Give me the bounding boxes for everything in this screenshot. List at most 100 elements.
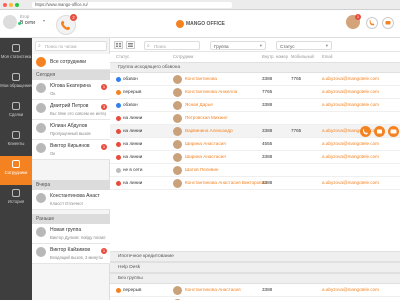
chat-item[interactable]: Виктор Кайзимов Входящий вызов, 3 минуты 1: [32, 244, 110, 264]
table-row[interactable]: на линии Варвинина Александр 3388 7765 a.aby…: [110, 125, 400, 138]
row-name[interactable]: Шатов Пелевин: [185, 167, 218, 172]
avatar: [36, 227, 46, 237]
row-email[interactable]: a.abyzova@mangotele.com: [322, 102, 379, 107]
row-email[interactable]: a.abyzova@mangotele.com: [322, 287, 379, 292]
col-employee[interactable]: Сотрудник: [173, 54, 193, 59]
user-status[interactable]: В сети: [20, 20, 35, 26]
table-row[interactable]: на линии Ширина Анастасия 4555 a.abyzova@ma…: [110, 138, 400, 151]
left-nav: Моя статистика Мои обращения Сделки Клиенты…: [0, 38, 32, 300]
chat-action-button[interactable]: [388, 126, 399, 137]
row-name[interactable]: Константинова Анастасия: [185, 287, 241, 292]
table-row[interactable]: обзвон Константинова 3388 7765 a.abyzova@man…: [110, 73, 400, 86]
col-status[interactable]: Статус: [116, 54, 129, 59]
chat-preview: Ок: [50, 151, 56, 156]
row-name[interactable]: Ясная Дарья: [185, 102, 213, 107]
nav-label: Сделки: [8, 112, 24, 117]
row-name[interactable]: Константинова Анастасия Викторовна: [185, 180, 267, 185]
row-ext: 3388: [262, 76, 273, 81]
call-action-button[interactable]: [360, 126, 371, 137]
close-dot-icon[interactable]: [3, 3, 7, 7]
row-ext: 4555: [262, 141, 273, 146]
row-email[interactable]: a.abyzova@mangotele.com: [322, 76, 379, 81]
user-avatar[interactable]: [3, 15, 17, 29]
table-row[interactable]: на линии Петровская Михаил: [110, 112, 400, 125]
all-employees-item[interactable]: Все сотрудники: [32, 54, 110, 70]
table-row[interactable]: обзвон Ясная Дарья 3388 a.abyzova@mangotele…: [110, 99, 400, 112]
row-status: перерыв: [123, 89, 142, 94]
unread-badge: 1: [101, 248, 107, 254]
table-row[interactable]: перерыв Константинова Анастасия 3388 a.abyz…: [110, 284, 400, 297]
nav-item-3[interactable]: Клиенты: [0, 127, 32, 156]
row-email[interactable]: a.abyzova@mangotele.com: [322, 180, 379, 185]
video-action-button[interactable]: [374, 126, 385, 137]
nav-item-5[interactable]: История: [0, 185, 32, 214]
employee-search-input[interactable]: ⌕ Поиск: [144, 41, 200, 50]
mail-circle-button[interactable]: [382, 17, 394, 29]
row-mobile: 7765: [291, 128, 302, 133]
status-select[interactable]: Статус ▾: [276, 41, 332, 50]
chat-item[interactable]: Дмитрий Петров Вы: Мне это совсем не инте…: [32, 100, 110, 120]
row-status: на линии: [123, 141, 143, 146]
group-header-outbound[interactable]: Группа исходящего обзвона: [110, 62, 400, 73]
row-status: обзвон: [123, 76, 138, 81]
table-row[interactable]: на линии Константинова Анастасия Викторов…: [110, 177, 400, 190]
row-name[interactable]: Варвинина Александр: [185, 128, 233, 133]
phone-circle-button[interactable]: [366, 17, 378, 29]
chat-item[interactable]: Виктор Кирьянов Ок 1: [32, 140, 110, 160]
chat-item[interactable]: Юлиан Абдулов Пропущенный вызов: [32, 120, 110, 140]
chat-search-input[interactable]: ⌕ Поиск по чатам: [35, 41, 107, 51]
nav-item-0[interactable]: Моя статистика: [0, 40, 32, 69]
nav-item-1[interactable]: Мои обращения: [0, 69, 32, 98]
nav-label: Сотрудники: [4, 170, 28, 175]
chat-name: Югова Екатерина: [50, 83, 91, 89]
group-select[interactable]: Группа ▾: [210, 41, 266, 50]
list-view-button[interactable]: [126, 41, 135, 49]
minimize-dot-icon[interactable]: [9, 3, 13, 7]
avatar: [173, 153, 182, 162]
nav-item-2[interactable]: Сделки: [0, 98, 32, 127]
url-bar[interactable]: https://www.mango-office.ru/: [32, 2, 232, 8]
grid-view-button[interactable]: [114, 41, 123, 49]
row-email[interactable]: a.abyzova@mangotele.com: [322, 141, 379, 146]
avatar: [36, 103, 46, 113]
browser-bar: https://www.mango-office.ru/: [0, 0, 400, 10]
avatar: [173, 286, 182, 295]
table-header: Статус Сотрудник Внутр. номер Мобильный …: [110, 52, 400, 61]
chat-item[interactable]: Новая группа Виктор Дулков: пойду посмотр…: [32, 224, 110, 244]
chat-name: Виктор Кайзимов: [50, 247, 91, 253]
row-email[interactable]: a.abyzova@mangotele.com: [322, 89, 379, 94]
table-row[interactable]: перерыв Константинова Анжелла 7765 a.abyzov…: [110, 86, 400, 99]
phone-icon: [363, 129, 368, 135]
row-name[interactable]: Ширина Анастасия: [185, 154, 226, 159]
chat-name: Новая группа: [50, 227, 82, 233]
chat-item[interactable]: Константинова Анаст Класс!! Отлично!: [32, 190, 110, 210]
chat-name: Юлиан Абдулов: [50, 123, 88, 129]
chat-item[interactable]: Югова Екатерина Ок. 1: [32, 80, 110, 100]
table-row[interactable]: на линии Ширина Анастасия 3388 a.abyzova@ma…: [110, 151, 400, 164]
nav-label: Моя статистика: [0, 54, 32, 59]
row-name[interactable]: Ширина Анастасия: [185, 141, 226, 146]
nav-item-4[interactable]: Сотрудники: [0, 156, 32, 185]
group-header-nogroup[interactable]: Без группы: [110, 273, 400, 284]
col-email[interactable]: Email: [322, 54, 332, 59]
row-name[interactable]: Константинова Анжелла: [185, 89, 237, 94]
group-header-helpdesk[interactable]: Help Desk: [110, 262, 400, 273]
avatar: [36, 143, 46, 153]
table-row[interactable]: не в сети Шатов Пелевин: [110, 164, 400, 177]
col-mobile[interactable]: Мобильный: [291, 54, 314, 59]
search-placeholder: Поиск: [154, 44, 167, 49]
list-icon: [128, 43, 133, 47]
nav-label: Клиенты: [7, 141, 25, 146]
avatar: [173, 114, 182, 123]
group-header-mortgage[interactable]: Ипотечное кредитование: [110, 251, 400, 262]
row-email[interactable]: a.abyzova@mangotele.com: [322, 154, 379, 159]
maximize-dot-icon[interactable]: [15, 3, 19, 7]
row-name[interactable]: Петровская Михаил: [185, 115, 227, 120]
chevron-down-icon[interactable]: ▾: [43, 18, 45, 23]
row-ext: 7765: [262, 89, 273, 94]
deals-icon: [0, 101, 32, 111]
row-status: не в сети: [123, 167, 143, 172]
col-ext[interactable]: Внутр. номер: [262, 54, 288, 59]
row-name[interactable]: Константинова: [185, 76, 217, 81]
avatar: [36, 83, 46, 93]
